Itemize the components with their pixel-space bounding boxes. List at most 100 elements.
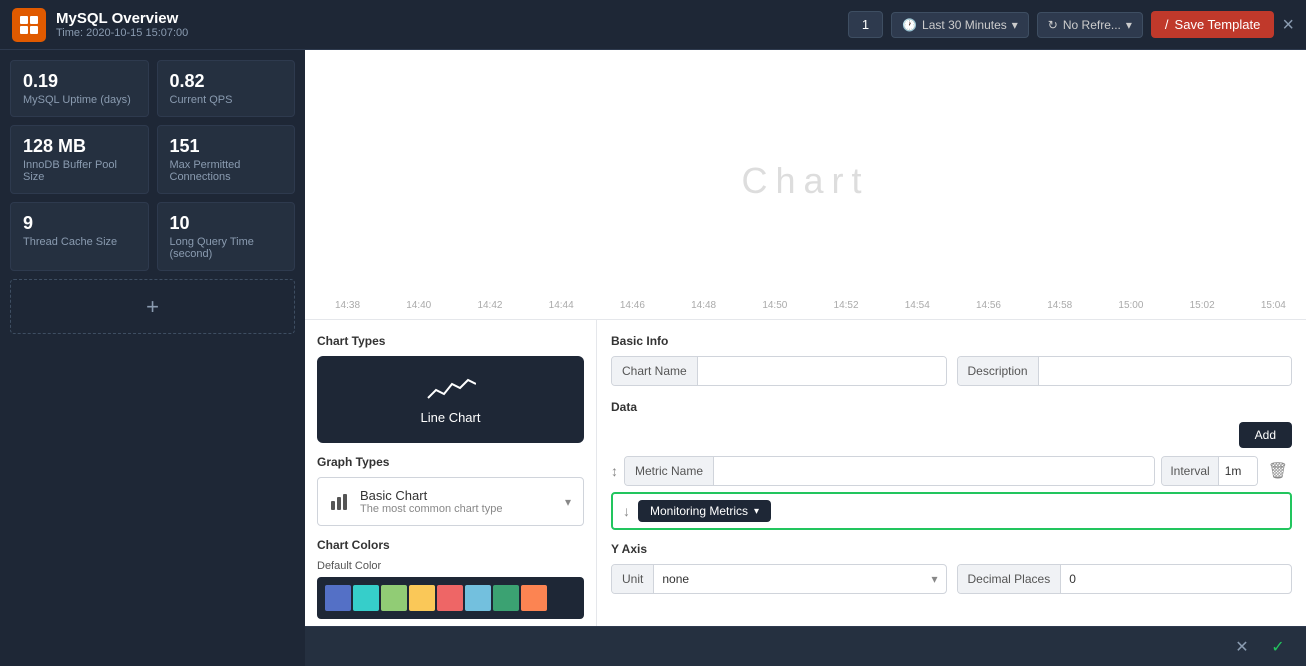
chart-xaxis: 14:38 14:40 14:42 14:44 14:46 14:48 14:5… — [335, 300, 1286, 311]
delete-metric-button[interactable]: 🗑 — [1264, 461, 1292, 481]
xaxis-label-3: 14:44 — [549, 300, 574, 311]
basic-info-section: Basic Info Chart Name Description — [611, 334, 1292, 386]
metric-value-buffer: 128 MB — [23, 136, 136, 157]
description-field: Description — [957, 356, 1293, 386]
swatch-1 — [353, 585, 379, 611]
notification-btn[interactable]: 1 — [848, 11, 883, 38]
metric-value-connections: 151 — [170, 136, 283, 157]
metric-label-thread: Thread Cache Size — [23, 236, 136, 248]
graph-type-desc: The most common chart type — [360, 503, 502, 515]
graph-types-section: Graph Types Basic Chart The most common … — [317, 455, 584, 526]
swatch-6 — [493, 585, 519, 611]
chart-types-label: Chart Types — [317, 334, 584, 348]
config-right: Basic Info Chart Name Description — [597, 320, 1306, 626]
metric-card-thread[interactable]: 9 Thread Cache Size — [10, 202, 149, 271]
metric-row-3: 9 Thread Cache Size 10 Long Query Time (… — [10, 202, 295, 271]
chart-colors-section: Chart Colors Default Color Cool Color — [317, 538, 584, 626]
metric-card-connections[interactable]: 151 Max Permitted Connections — [157, 125, 296, 194]
xaxis-label-13: 15:04 — [1261, 300, 1286, 311]
metric-value-query: 10 — [170, 213, 283, 234]
app-title: MySQL Overview — [56, 10, 848, 27]
default-color-label: Default Color — [317, 560, 584, 572]
xaxis-label-2: 14:42 — [477, 300, 502, 311]
interval-field: Interval — [1161, 456, 1257, 486]
metric-name-label: Metric Name — [625, 457, 714, 485]
confirm-button[interactable]: ✓ — [1264, 633, 1292, 661]
metric-value-uptime: 0.19 — [23, 71, 136, 92]
config-panel: Chart Types Line Chart Graph Types — [305, 320, 1306, 626]
header-title-group: MySQL Overview Time: 2020-10-15 15:07:00 — [56, 10, 848, 39]
xaxis-label-5: 14:48 — [691, 300, 716, 311]
description-label: Description — [958, 357, 1039, 385]
data-section: Data Add ↕ Metric Name — [611, 400, 1292, 530]
monitoring-chevron-icon: ▾ — [754, 506, 759, 517]
chevron-down-icon: ▾ — [1012, 18, 1018, 32]
metric-label-uptime: MySQL Uptime (days) — [23, 94, 136, 106]
swatch-5 — [465, 585, 491, 611]
decimal-field: Decimal Places — [957, 564, 1293, 594]
xaxis-label-1: 14:40 — [406, 300, 431, 311]
xaxis-label-9: 14:56 — [976, 300, 1001, 311]
xaxis-label-0: 14:38 — [335, 300, 360, 311]
metric-card-buffer[interactable]: 128 MB InnoDB Buffer Pool Size — [10, 125, 149, 194]
clock-icon: 🕐 — [902, 18, 917, 32]
time-range-btn[interactable]: 🕐 Last 30 Minutes ▾ — [891, 12, 1029, 38]
chart-area: Chart 14:38 14:40 14:42 14:44 14:46 14:4… — [305, 50, 1306, 320]
refresh-icon: ↻ — [1048, 18, 1058, 32]
metric-label-connections: Max Permitted Connections — [170, 159, 283, 183]
add-data-button[interactable]: Add — [1239, 422, 1292, 448]
basic-info-label: Basic Info — [611, 334, 1292, 348]
bar-chart-icon — [330, 493, 350, 511]
unit-select[interactable]: none ▾ — [654, 565, 945, 593]
chart-name-label: Chart Name — [612, 357, 698, 385]
config-left: Chart Types Line Chart Graph Types — [305, 320, 597, 626]
unit-chevron-icon: ▾ — [931, 572, 937, 586]
decimal-input[interactable] — [1061, 565, 1111, 593]
chart-colors-label: Chart Colors — [317, 538, 584, 552]
right-panel: Chart 14:38 14:40 14:42 14:44 14:46 14:4… — [305, 50, 1306, 666]
metric-value-thread: 9 — [23, 213, 136, 234]
app-logo — [12, 8, 46, 42]
swatch-3 — [409, 585, 435, 611]
cancel-button[interactable]: ✕ — [1228, 633, 1256, 661]
data-label: Data — [611, 400, 1292, 414]
metric-row-2: 128 MB InnoDB Buffer Pool Size 151 Max P… — [10, 125, 295, 194]
metric-row-1: 0.19 MySQL Uptime (days) 0.82 Current QP… — [10, 60, 295, 117]
metric-card-qps[interactable]: 0.82 Current QPS — [157, 60, 296, 117]
refresh-btn[interactable]: ↻ No Refre... ▾ — [1037, 12, 1143, 38]
chart-name-input[interactable] — [698, 357, 946, 385]
monitoring-metrics-tag[interactable]: Monitoring Metrics ▾ — [638, 500, 771, 522]
interval-input[interactable] — [1219, 457, 1257, 485]
yaxis-section: Y Axis Unit none ▾ Decimal Places — [611, 542, 1292, 594]
sort-up-icon[interactable]: ↕ — [611, 463, 618, 479]
swatch-4 — [437, 585, 463, 611]
graph-type-name: Basic Chart — [360, 488, 502, 503]
close-button[interactable]: × — [1282, 15, 1294, 35]
unit-field: Unit none ▾ — [611, 564, 947, 594]
line-chart-label: Line Chart — [421, 410, 481, 425]
app-subtitle: Time: 2020-10-15 15:07:00 — [56, 27, 848, 39]
add-metric-card[interactable]: + — [10, 279, 295, 334]
xaxis-label-10: 14:58 — [1047, 300, 1072, 311]
save-template-button[interactable]: / Save Template — [1151, 11, 1274, 38]
graph-type-select[interactable]: Basic Chart The most common chart type ▾ — [317, 477, 584, 526]
monitoring-metrics-row: ↓ Monitoring Metrics ▾ — [611, 492, 1292, 530]
default-color-swatches — [317, 577, 584, 619]
interval-label: Interval — [1162, 457, 1218, 485]
line-chart-card[interactable]: Line Chart — [317, 356, 584, 443]
description-input[interactable] — [1039, 357, 1291, 385]
chart-placeholder-title: Chart — [741, 159, 869, 201]
sidebar: 0.19 MySQL Uptime (days) 0.82 Current QP… — [0, 50, 305, 666]
xaxis-label-11: 15:00 — [1118, 300, 1143, 311]
line-chart-icon — [426, 374, 476, 404]
metric-label-buffer: InnoDB Buffer Pool Size — [23, 159, 136, 183]
xaxis-label-8: 14:54 — [905, 300, 930, 311]
metric-card-uptime[interactable]: 0.19 MySQL Uptime (days) — [10, 60, 149, 117]
metric-card-query[interactable]: 10 Long Query Time (second) — [157, 202, 296, 271]
metric-name-input[interactable] — [714, 457, 1154, 485]
xaxis-label-4: 14:46 — [620, 300, 645, 311]
yaxis-label: Y Axis — [611, 542, 1292, 556]
chevron-down-icon-2: ▾ — [1126, 18, 1132, 32]
metric-label-query: Long Query Time (second) — [170, 236, 283, 260]
swatch-2 — [381, 585, 407, 611]
